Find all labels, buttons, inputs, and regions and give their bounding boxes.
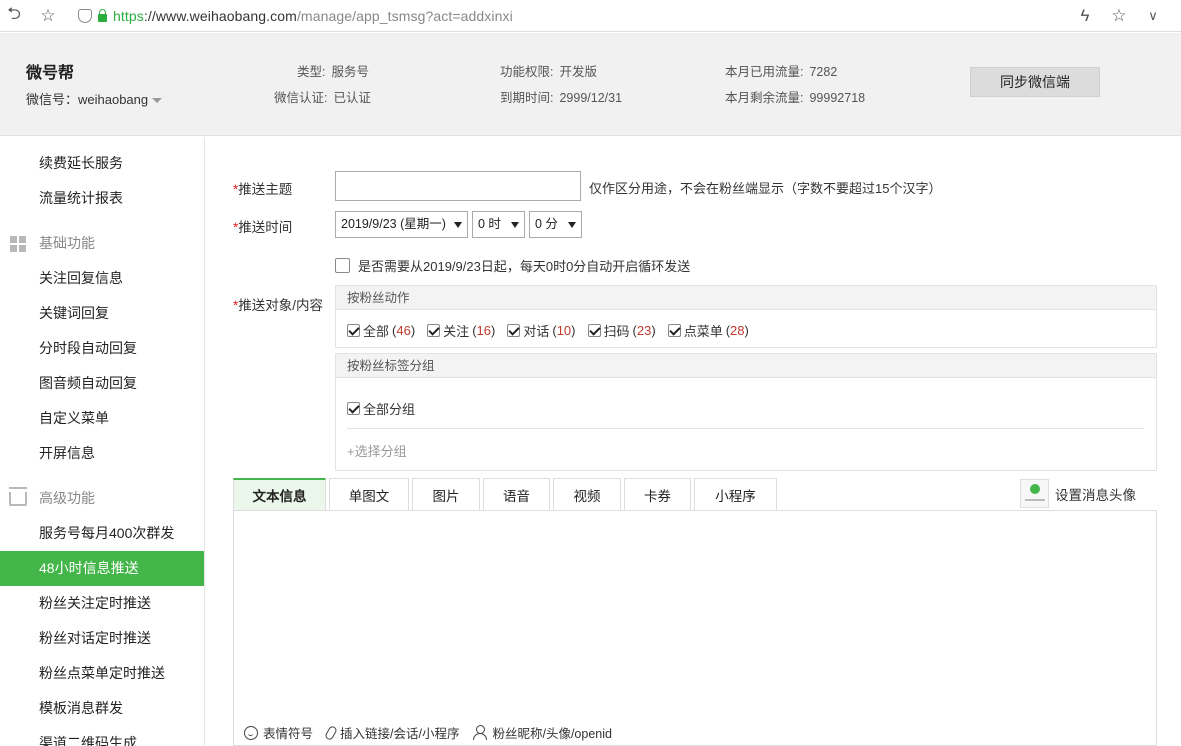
traffic-used: 本月已用流量: 7282 [725, 65, 838, 79]
sidebar-item-follow-reply[interactable]: 关注回复信息 [0, 261, 204, 296]
sidebar-item-qrcode[interactable]: 渠道二维码生成 [0, 726, 204, 746]
subject-label: *推送主题 [233, 182, 293, 197]
address-bar[interactable]: https://www.weihaobang.com/manage/app_ts… [78, 0, 513, 32]
dropdown-arrow-icon [454, 222, 462, 228]
sidebar-item-menu-push[interactable]: 粉丝点菜单定时推送 [0, 656, 204, 691]
sidebar-item-time-reply[interactable]: 分时段自动回复 [0, 331, 204, 366]
target-label: *推送对象/内容 [233, 298, 324, 313]
content-type-tabs: 文本信息 单图文 图片 语音 视频 卡券 小程序 [233, 478, 777, 511]
sidebar-item-traffic-report[interactable]: 流量统计报表 [0, 181, 204, 216]
fan-tag-panel: 按粉丝标签分组 全部分组 +选择分组 [335, 353, 1157, 471]
avatar [1020, 479, 1049, 508]
tab-voice[interactable]: 语音 [483, 478, 550, 510]
tab-image[interactable]: 图片 [412, 478, 480, 510]
fan-tag-title: 按粉丝标签分组 [336, 354, 1156, 378]
loop-send-option[interactable]: 是否需要从2019/9/23日起，每天0时0分自动开启循环发送 [335, 256, 690, 275]
action-chat[interactable]: 对话 (10) [507, 321, 576, 340]
back-icon[interactable]: ⮌ [0, 0, 28, 32]
sidebar-item-keyword-reply[interactable]: 关键词回复 [0, 296, 204, 331]
sidebar-item-follow-push[interactable]: 粉丝关注定时推送 [0, 586, 204, 621]
chevron-down-icon[interactable]: ∨ [1139, 0, 1167, 32]
sidebar-group-advanced: 高级功能 [0, 481, 204, 516]
set-message-avatar[interactable]: 设置消息头像 [1020, 479, 1136, 508]
tab-video[interactable]: 视频 [553, 478, 621, 510]
tab-miniprogram[interactable]: 小程序 [694, 478, 777, 510]
checkbox[interactable] [667, 324, 681, 337]
action-scan[interactable]: 扫码 (23) [587, 321, 656, 340]
sidebar-item-mass-send[interactable]: 服务号每月400次群发 [0, 516, 204, 551]
smile-icon [244, 725, 258, 740]
emoji-button[interactable]: 表情符号 [244, 723, 313, 742]
browser-toolbar: ⮌ ☆ https://www.weihaobang.com/manage/ap… [0, 0, 1181, 32]
brand-name: 微号帮 [26, 65, 75, 82]
lightning-icon[interactable]: ϟ [1071, 0, 1099, 32]
verify-status: 微信认证: 已认证 [274, 91, 371, 105]
action-menu[interactable]: 点菜单 (28) [667, 321, 749, 340]
sidebar-item-media-reply[interactable]: 图音频自动回复 [0, 366, 204, 401]
dropdown-arrow-icon [568, 222, 576, 228]
bookmark-star-icon[interactable]: ☆ [1105, 0, 1133, 32]
inbox-icon [9, 492, 27, 506]
star-icon[interactable]: ☆ [34, 0, 62, 32]
user-icon [473, 725, 488, 740]
subject-input[interactable] [335, 171, 581, 201]
insert-link-button[interactable]: 插入链接/会话/小程序 [324, 723, 459, 742]
account-header: 微号帮 微信号：weihaobang 类型: 服务号 微信认证: 已认证 功能权限:… [0, 33, 1181, 136]
sync-wechat-button[interactable]: 同步微信端 [970, 67, 1100, 97]
select-group-link[interactable]: +选择分组 [347, 441, 407, 460]
expire-date: 到期时间: 2999/12/31 [500, 91, 623, 105]
sidebar-item-template-msg[interactable]: 模板消息群发 [0, 691, 204, 726]
checkbox[interactable] [587, 324, 601, 337]
link-icon [324, 724, 338, 741]
checkbox[interactable] [347, 324, 360, 337]
permission: 功能权限: 开发版 [500, 65, 597, 79]
sidebar-item-48h-push[interactable]: 48小时信息推送 [0, 551, 204, 586]
url-text: https://www.weihaobang.com/manage/app_ts… [113, 7, 513, 24]
sidebar-item-custom-menu[interactable]: 自定义菜单 [0, 401, 204, 436]
tab-coupon[interactable]: 卡券 [624, 478, 691, 510]
traffic-remaining: 本月剩余流量: 99992718 [725, 91, 866, 105]
lock-icon [98, 8, 107, 22]
divider [347, 428, 1144, 429]
fan-action-title: 按粉丝动作 [336, 286, 1156, 310]
all-groups-option[interactable]: 全部分组 [347, 399, 415, 418]
subject-hint: 仅作区分用途，不会在粉丝端显示（字数不要超过15个汉字） [589, 181, 942, 196]
checkbox[interactable] [347, 402, 360, 415]
tag-options: 全部分组 [347, 399, 415, 418]
sidebar-item-chat-push[interactable]: 粉丝对话定时推送 [0, 621, 204, 656]
caret-down-icon [152, 98, 163, 104]
checkbox[interactable] [507, 324, 521, 337]
action-all[interactable]: 全部 (46) [347, 321, 415, 340]
wechat-id-dropdown[interactable]: 微信号：weihaobang [26, 89, 163, 108]
grid-icon [10, 236, 26, 252]
checkbox[interactable] [427, 324, 441, 337]
editor-toolbar: 表情符号 插入链接/会话/小程序 粉丝昵称/头像/openid [244, 723, 612, 742]
sidebar-item-splash[interactable]: 开屏信息 [0, 436, 204, 471]
shield-icon [78, 8, 92, 23]
fan-action-panel: 按粉丝动作 全部 (46) 关注 (16) 对话 (10) 扫码 (23) 点菜单 (28… [335, 285, 1157, 348]
date-select[interactable]: 2019/9/23 (星期一) [335, 211, 468, 238]
sidebar-item-renew[interactable]: 续费延长服务 [0, 146, 204, 181]
account-type: 类型: 服务号 [297, 65, 369, 79]
tab-text[interactable]: 文本信息 [233, 478, 326, 510]
sidebar: 续费延长服务 流量统计报表 基础功能 关注回复信息 关键词回复 分时段自动回复 … [0, 137, 205, 746]
fan-info-button[interactable]: 粉丝昵称/头像/openid [473, 723, 612, 742]
tab-single-article[interactable]: 单图文 [329, 478, 409, 510]
fan-action-options: 全部 (46) 关注 (16) 对话 (10) 扫码 (23) 点菜单 (28) [347, 321, 749, 340]
message-editor[interactable] [233, 510, 1157, 746]
minute-select[interactable]: 0 分 [529, 211, 582, 238]
dropdown-arrow-icon [511, 222, 519, 228]
sidebar-group-basic: 基础功能 [0, 226, 204, 261]
action-follow[interactable]: 关注 (16) [427, 321, 495, 340]
hour-select[interactable]: 0 时 [472, 211, 525, 238]
time-label: *推送时间 [233, 220, 293, 235]
loop-checkbox[interactable] [335, 258, 350, 273]
